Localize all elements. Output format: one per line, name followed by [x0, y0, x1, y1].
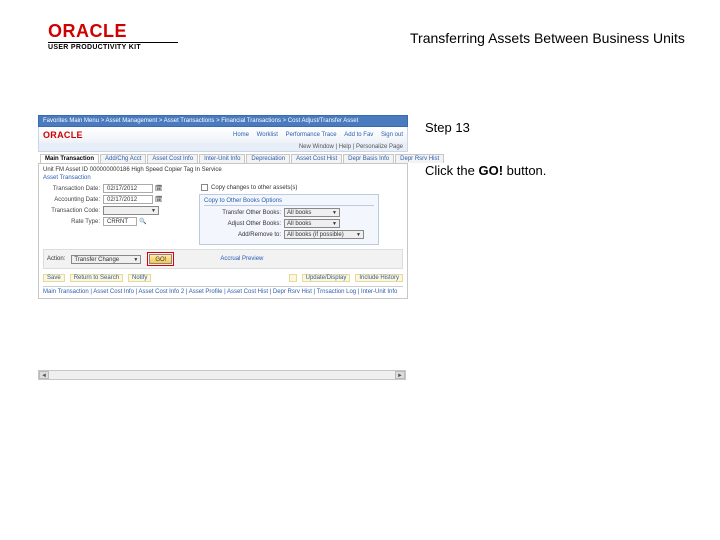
breadcrumb: Favorites Main Menu > Asset Management >…: [43, 118, 358, 124]
bottom-button-row: Save Return to Search Notify Update/Disp…: [43, 272, 403, 284]
trans-date-field[interactable]: 02/17/2012: [103, 184, 153, 193]
copybox-row2-label: Adjust Other Books:: [204, 221, 284, 227]
app-header: ORACLE Home Worklist Performance Trace A…: [38, 127, 408, 143]
app-header-links: Home Worklist Performance Trace Add to F…: [227, 132, 403, 138]
page-title: Transferring Assets Between Business Uni…: [410, 30, 685, 46]
tab-depr-rsrv-hist[interactable]: Depr Rsrv Hist: [395, 154, 444, 163]
action-label: Action:: [47, 256, 65, 262]
rate-type-label: Rate Type:: [43, 219, 103, 225]
app-screenshot: Favorites Main Menu > Asset Management >…: [38, 115, 408, 299]
add-remove-dropdown[interactable]: All books (if possible)▼: [284, 230, 364, 239]
trans-code-label: Transaction Code:: [43, 208, 103, 214]
app-brand: ORACLE: [43, 130, 83, 140]
copy-changes-checkbox[interactable]: [201, 184, 208, 191]
trans-date-label: Transaction Date:: [43, 186, 103, 192]
copybox-row1-label: Transfer Other Books:: [204, 210, 284, 216]
copybox-header: Copy to Other Books Options: [204, 198, 374, 206]
scroll-left-icon[interactable]: ◄: [39, 371, 49, 379]
tab-add-chg-acct[interactable]: Add/Chg Acct: [100, 154, 146, 163]
horizontal-scrollbar[interactable]: ◄ ►: [38, 370, 406, 380]
copy-to-other-books-group: Copy to Other Books Options Transfer Oth…: [199, 194, 379, 245]
brand-logo: ORACLE USER PRODUCTIVITY KIT: [48, 22, 178, 51]
action-bar: Action: Transfer Change▼ GO! Accrual Pre…: [43, 249, 403, 269]
instruction-lead: Click the: [425, 163, 478, 178]
hdr-link-perf[interactable]: Performance Trace: [286, 132, 337, 138]
go-button[interactable]: GO!: [149, 254, 172, 264]
brand-sub: USER PRODUCTIVITY KIT: [48, 44, 178, 51]
copy-changes-label: Copy changes to other assets(s): [211, 185, 297, 191]
step-label: Step 13: [425, 120, 665, 135]
tab-asset-cost-hist[interactable]: Asset Cost Hist: [291, 154, 342, 163]
hdr-link-home[interactable]: Home: [233, 132, 249, 138]
acctg-date-field[interactable]: 02/17/2012: [103, 195, 153, 204]
instruction-panel: Step 13 Click the GO! button.: [425, 120, 665, 178]
acctg-date-label: Accounting Date:: [43, 197, 103, 203]
step-body: Click the GO! button.: [425, 163, 665, 178]
update-display-button[interactable]: Update/Display: [302, 274, 351, 282]
accrual-preview-link[interactable]: Accrual Preview: [220, 256, 263, 262]
tab-asset-cost-info[interactable]: Asset Cost Info: [147, 154, 198, 163]
go-button-highlight: GO!: [147, 252, 174, 266]
rate-type-field[interactable]: CRRNT: [103, 217, 137, 226]
scroll-right-icon[interactable]: ►: [395, 371, 405, 379]
transfer-other-books-dropdown[interactable]: All books▼: [284, 208, 340, 217]
app-breadcrumb-bar: Favorites Main Menu > Asset Management >…: [38, 115, 408, 127]
tab-main-transaction[interactable]: Main Transaction: [40, 154, 99, 163]
hdr-link-fav[interactable]: Add to Fav: [344, 132, 373, 138]
app-body: Unit FM Asset ID 000000000186 High Speed…: [38, 163, 408, 299]
return-to-search-button[interactable]: Return to Search: [70, 274, 123, 282]
trans-code-dropdown[interactable]: ▼: [103, 206, 159, 215]
tab-depreciation[interactable]: Depreciation: [246, 154, 290, 163]
hdr-link-worklist[interactable]: Worklist: [257, 132, 278, 138]
calendar-icon[interactable]: 🗓: [155, 196, 163, 203]
instruction-bold: GO!: [478, 163, 503, 178]
calendar-icon[interactable]: 🗓: [155, 185, 163, 192]
tab-depr-basis[interactable]: Depr Basis Info: [343, 154, 394, 163]
lookup-icon[interactable]: 🔍: [139, 218, 146, 225]
section-header: Asset Transaction: [43, 175, 403, 181]
notify-button[interactable]: Notify: [128, 274, 151, 282]
instruction-tail: button.: [503, 163, 546, 178]
include-history-button[interactable]: Include History: [355, 274, 403, 282]
asset-id-row: Unit FM Asset ID 000000000186 High Speed…: [43, 167, 403, 173]
adjust-other-books-dropdown[interactable]: All books▼: [284, 219, 340, 228]
brand-name: ORACLE: [48, 22, 178, 40]
brand-divider: [48, 42, 178, 43]
hdr-link-signout[interactable]: Sign out: [381, 132, 403, 138]
tab-strip: Main Transaction Add/Chg Acct Asset Cost…: [38, 152, 408, 163]
save-button[interactable]: Save: [43, 274, 65, 282]
app-subheader: New Window | Help | Personalize Page: [38, 143, 408, 152]
action-dropdown[interactable]: Transfer Change▼: [71, 255, 141, 264]
tab-inter-unit[interactable]: Inter-Unit Info: [199, 154, 245, 163]
copybox-row3-label: Add/Remove to:: [204, 232, 284, 238]
footer-tab-links: Main Transaction | Asset Cost Info | Ass…: [43, 286, 403, 295]
